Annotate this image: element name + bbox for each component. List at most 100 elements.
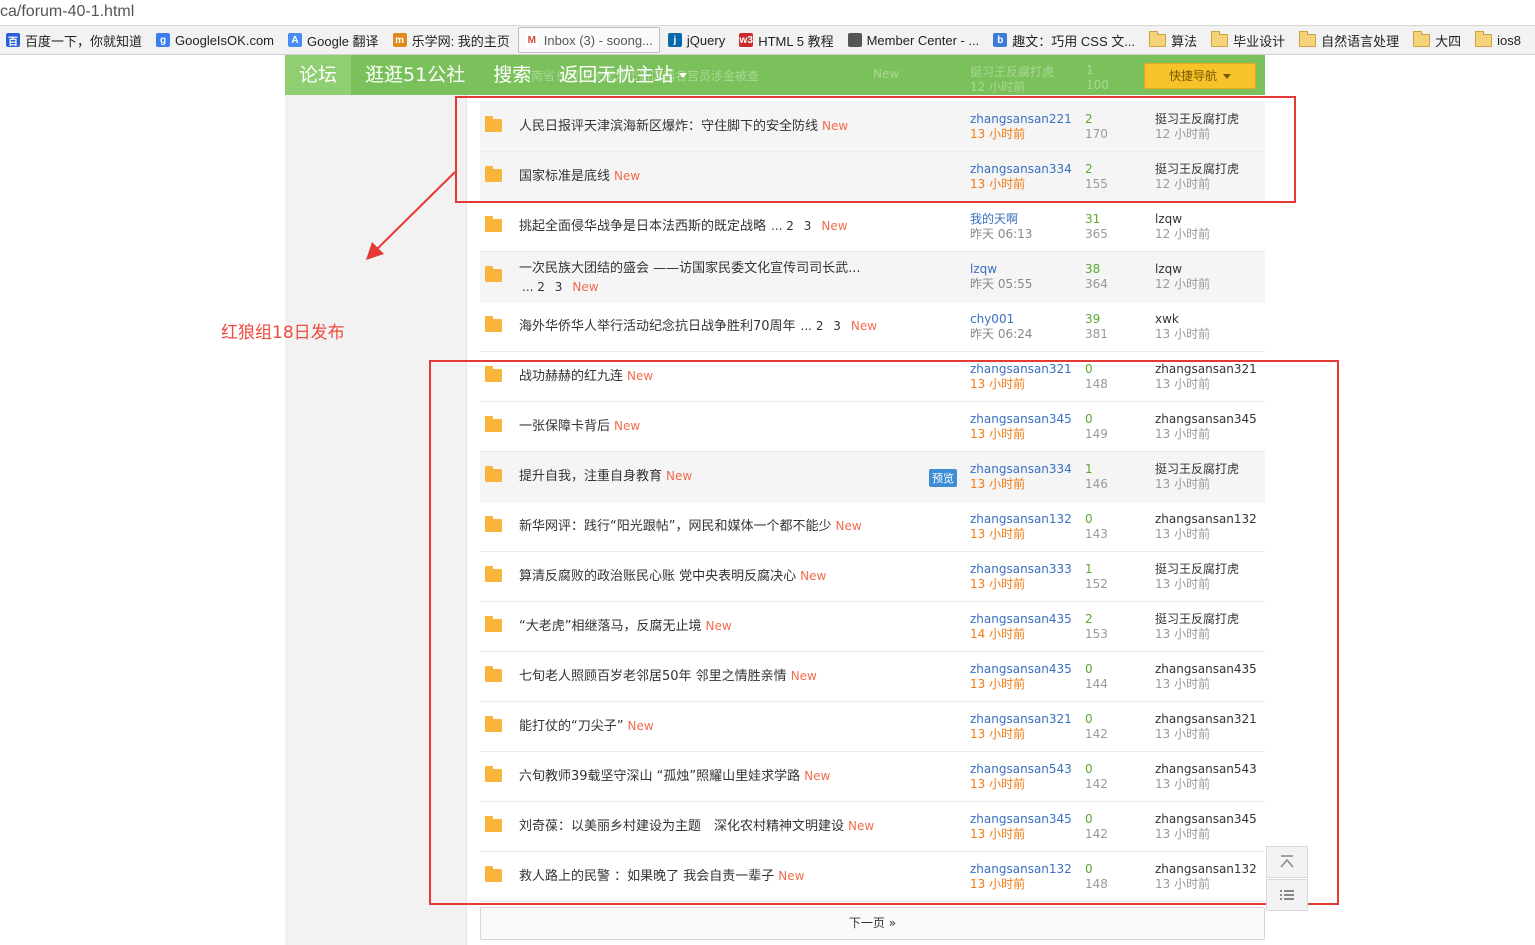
bookmark-label: jQuery [686,32,726,48]
page-link[interactable]: 3 [804,219,812,233]
view-count: 364 [1085,277,1108,291]
folder-icon [485,266,502,282]
folder-icon [1211,30,1229,47]
last-post-time: 12 小时前 [1155,227,1211,241]
bookmark-item[interactable]: Member Center - ... [842,28,986,52]
gmail-icon: M [524,33,539,47]
last-post-time: 13 小时前 [1155,327,1211,341]
address-bar[interactable]: ca/forum-40-1.html [0,0,1535,26]
translate-icon: A [288,33,303,47]
folder-icon [1413,30,1431,47]
last-poster[interactable]: lzqw [1155,212,1210,227]
thread-pages: ... 2 3 [522,280,563,294]
thread-pages: ... 2 3 [800,319,841,333]
apple-icon [847,33,862,47]
reply-count: 39 [1085,312,1101,326]
bookmark-item[interactable]: b 趣文：巧用 CSS 文... [987,28,1141,52]
bookmark-label: 趣文：巧用 CSS 文... [1012,33,1136,49]
author-name[interactable]: chy001 [970,312,1032,327]
bookmark-item[interactable]: A Google 翻译 [282,28,385,52]
bookmark-label: 毕业设计 [1233,33,1286,49]
bookmark-label: GoogleIsOK.com [175,32,275,48]
nav-browse-51[interactable]: 逛逛51公社 [351,55,479,95]
bookmark-item[interactable]: 算法 [1143,28,1203,52]
nav-back-home[interactable]: 返回无忧主站 [545,55,701,95]
page-link[interactable]: 2 [816,319,824,333]
thread-title[interactable]: 挑起全面侵华战争是日本法西斯的既定战略 [519,219,766,234]
thread-stats: 31 365 [1085,212,1108,242]
author-name[interactable]: 我的天啊 [970,212,1032,227]
list-view-button[interactable] [1266,879,1308,911]
annotation-text: 红狼组18日发布 [221,323,345,343]
bookmark-label: ios8 [1497,32,1522,48]
thread-title[interactable]: 海外华侨华人举行活动纪念抗日战争胜利70周年 [519,319,796,334]
side-tools [1266,846,1308,912]
page-link[interactable]: 3 [833,319,841,333]
reply-count: 31 [1085,212,1101,226]
thread-stats: 38 364 [1085,262,1108,292]
thread-author-cell: 我的天啊 昨天 06:13 [970,212,1032,242]
bookmark-label: Google 翻译 [307,33,379,49]
folder-icon [485,316,502,332]
bookmark-item[interactable]: g GoogleIsOK.com [150,28,280,52]
highlight-box-bottom [429,360,1339,905]
w3school-icon: w3 [739,33,754,47]
bookmark-b-icon: b [993,33,1008,47]
bookmark-label: Inbox (3) - soong... [543,32,653,48]
bookmark-label: 大四 [1435,33,1462,49]
lexue-icon: m [392,33,407,47]
nav-search[interactable]: 搜索 [479,55,545,95]
bookmark-label: 乐学网: 我的主页 [411,33,510,49]
view-count: 381 [1085,327,1108,341]
bookmark-item[interactable]: j jQuery [662,28,731,52]
bookmark-label: HTML 5 教程 [758,33,834,49]
author-name[interactable]: lzqw [970,262,1032,277]
last-poster[interactable]: xwk [1155,312,1210,327]
bookmark-label: 百度一下，你就知道 [25,33,143,49]
view-count: 365 [1085,227,1108,241]
bookmarks-bar: 百百度一下，你就知道 g GoogleIsOK.com A Google 翻译 m 乐学网:… [0,26,1535,55]
nav-forum[interactable]: 论坛 [285,55,352,95]
thread-author-cell: chy001 昨天 06:24 [970,312,1032,342]
thread-row[interactable]: 海外华侨华人举行活动纪念抗日战争胜利70周年 ... 2 3 New chy001 … [480,302,1265,352]
top-nav: 河南省长河市长天津市新区两名官员涉金被查 New 挺习王反腐打虎 1 100 1… [285,55,1265,95]
bookmark-label: Member Center - ... [866,32,980,48]
folder-icon [1299,30,1317,47]
author-time: 昨天 06:13 [970,227,1033,241]
thread-row[interactable]: 挑起全面侵华战争是日本法西斯的既定战略 ... 2 3 New 我的天啊 昨天 06… [480,202,1265,252]
bookmark-label: 算法 [1171,33,1198,49]
back-to-top-icon [1280,855,1294,868]
bookmark-item[interactable]: WW3CPlu [1529,28,1535,52]
folder-icon [1149,30,1167,47]
thread-title-cell: 一次民族大团结的盛会 ——访国家民委文化宣传司司长武... ... 2 3 New [519,260,899,297]
thread-pages: ... 2 3 [771,219,812,233]
bookmark-item[interactable]: 毕业设计 [1205,28,1291,52]
bookmark-item[interactable]: 自然语言处理 [1293,28,1405,52]
ghost-thread-replies: 1 [1086,63,1094,77]
back-to-top-button[interactable] [1266,846,1308,878]
bookmark-item[interactable]: m 乐学网: 我的主页 [387,28,516,52]
author-time: 昨天 06:24 [970,327,1033,341]
page-link[interactable]: 2 [537,280,545,294]
next-page-button[interactable]: 下一页 » [480,907,1265,940]
page-link[interactable]: 2 [786,219,794,233]
last-poster[interactable]: lzqw [1155,262,1210,277]
google-icon: g [156,33,171,47]
bookmark-item[interactable]: 百百度一下，你就知道 [0,28,148,52]
last-post-time: 12 小时前 [1155,277,1211,291]
quick-nav-button[interactable]: 快捷导航 [1144,63,1256,89]
bookmark-item[interactable]: ios8 [1469,28,1527,52]
bookmark-item[interactable]: 大四 [1407,28,1467,52]
bookmark-item[interactable]: M Inbox (3) - soong... [517,27,660,53]
bookmark-item[interactable]: w3 HTML 5 教程 [733,28,839,52]
new-badge: New [821,219,848,233]
page-link[interactable]: 3 [555,280,563,294]
new-badge: New [850,319,878,333]
highlight-box-top [455,96,1296,203]
author-time: 昨天 05:55 [970,277,1033,291]
thread-title[interactable]: 一次民族大团结的盛会 ——访国家民委文化宣传司司长武... [519,261,861,276]
last-post-cell: xwk 13 小时前 [1155,312,1210,342]
ghost-thread-time: 12 小时前 [970,80,1026,94]
bookmark-label: 自然语言处理 [1321,33,1400,49]
thread-row[interactable]: 一次民族大团结的盛会 ——访国家民委文化宣传司司长武...... 2 3 New … [480,252,1265,302]
